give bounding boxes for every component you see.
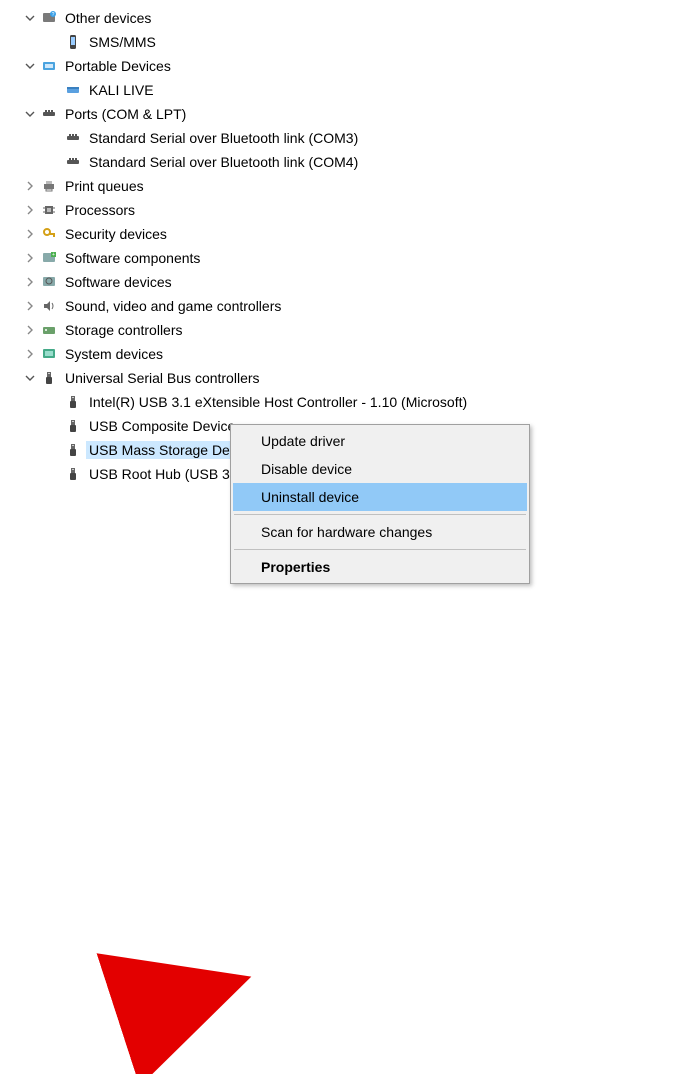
- tree-item-label[interactable]: Intel(R) USB 3.1 eXtensible Host Control…: [86, 393, 470, 411]
- tree-item[interactable]: Sound, video and game controllers: [0, 294, 684, 318]
- usb-icon: [64, 465, 82, 483]
- tree-item[interactable]: Software devices: [0, 270, 684, 294]
- tree-item-label[interactable]: Processors: [62, 201, 138, 219]
- tree-item-label[interactable]: USB Root Hub (USB 3.0): [86, 465, 249, 483]
- tree-item-label[interactable]: Ports (COM & LPT): [62, 105, 189, 123]
- tree-item[interactable]: Universal Serial Bus controllers: [0, 366, 684, 390]
- tree-item[interactable]: Ports (COM & LPT): [0, 102, 684, 126]
- caret-open-icon[interactable]: [22, 10, 38, 26]
- tree-item[interactable]: Standard Serial over Bluetooth link (COM…: [0, 150, 684, 174]
- tree-item[interactable]: + Software components: [0, 246, 684, 270]
- tree-item[interactable]: Intel(R) USB 3.1 eXtensible Host Control…: [0, 390, 684, 414]
- no-caret: [46, 394, 62, 410]
- caret-open-icon[interactable]: [22, 58, 38, 74]
- menu-item[interactable]: Disable device: [233, 455, 527, 483]
- tree-item-label[interactable]: KALI LIVE: [86, 81, 157, 99]
- caret-closed-icon[interactable]: [22, 250, 38, 266]
- sys-icon: [40, 345, 58, 363]
- no-caret: [46, 130, 62, 146]
- tree-item-label[interactable]: Sound, video and game controllers: [62, 297, 284, 315]
- tree-item[interactable]: Processors: [0, 198, 684, 222]
- tree-item[interactable]: Storage controllers: [0, 318, 684, 342]
- caret-closed-icon[interactable]: [22, 298, 38, 314]
- storage-icon: [40, 321, 58, 339]
- caret-closed-icon[interactable]: [22, 202, 38, 218]
- portable-icon: [40, 57, 58, 75]
- caret-closed-icon[interactable]: [22, 226, 38, 242]
- port-icon: [64, 153, 82, 171]
- tree-item[interactable]: Security devices: [0, 222, 684, 246]
- tree-item-label[interactable]: Security devices: [62, 225, 170, 243]
- menu-item[interactable]: Uninstall device: [233, 483, 527, 511]
- caret-closed-icon[interactable]: [22, 178, 38, 194]
- no-caret: [46, 154, 62, 170]
- no-caret: [46, 418, 62, 434]
- usb-icon: [64, 393, 82, 411]
- audio-icon: [40, 297, 58, 315]
- tree-item-label[interactable]: Standard Serial over Bluetooth link (COM…: [86, 153, 361, 171]
- tree-item-label[interactable]: Storage controllers: [62, 321, 186, 339]
- key-icon: [40, 225, 58, 243]
- no-caret: [46, 82, 62, 98]
- menu-item[interactable]: Properties: [233, 553, 527, 581]
- device-tree: ? Other devices SMS/MMS Portable Devices KAL…: [0, 0, 684, 486]
- tree-item-label[interactable]: Print queues: [62, 177, 147, 195]
- svg-text:?: ?: [52, 12, 55, 18]
- tree-item[interactable]: SMS/MMS: [0, 30, 684, 54]
- swdev-icon: [40, 273, 58, 291]
- tree-item-label[interactable]: Other devices: [62, 9, 154, 27]
- tree-item[interactable]: KALI LIVE: [0, 78, 684, 102]
- no-caret: [46, 442, 62, 458]
- port-icon: [40, 105, 58, 123]
- port-icon: [64, 129, 82, 147]
- tree-item[interactable]: Portable Devices: [0, 54, 684, 78]
- tree-item-label[interactable]: SMS/MMS: [86, 33, 159, 51]
- cpu-icon: [40, 201, 58, 219]
- usb-icon: [64, 417, 82, 435]
- tree-item-label[interactable]: USB Composite Device: [86, 417, 238, 435]
- menu-separator: [234, 549, 526, 550]
- caret-closed-icon[interactable]: [22, 346, 38, 362]
- tree-item[interactable]: System devices: [0, 342, 684, 366]
- tree-item-label[interactable]: Standard Serial over Bluetooth link (COM…: [86, 129, 361, 147]
- tree-item-label[interactable]: System devices: [62, 345, 166, 363]
- tree-item[interactable]: Print queues: [0, 174, 684, 198]
- drive-icon: [64, 81, 82, 99]
- tree-item[interactable]: ? Other devices: [0, 6, 684, 30]
- usb-icon: [40, 369, 58, 387]
- caret-open-icon[interactable]: [22, 370, 38, 386]
- usb-icon: [64, 441, 82, 459]
- tree-item-label[interactable]: Software components: [62, 249, 203, 267]
- caret-closed-icon[interactable]: [22, 322, 38, 338]
- phone-icon: [64, 33, 82, 51]
- menu-item[interactable]: Scan for hardware changes: [233, 518, 527, 546]
- no-caret: [46, 466, 62, 482]
- caret-closed-icon[interactable]: [22, 274, 38, 290]
- tree-item-label[interactable]: Universal Serial Bus controllers: [62, 369, 263, 387]
- menu-item[interactable]: Update driver: [233, 427, 527, 455]
- no-caret: [46, 34, 62, 50]
- menu-separator: [234, 514, 526, 515]
- context-menu: Update driverDisable deviceUninstall dev…: [230, 424, 530, 584]
- svg-text:+: +: [52, 252, 55, 258]
- devices-icon: ?: [40, 9, 58, 27]
- tree-item-label[interactable]: Portable Devices: [62, 57, 174, 75]
- printer-icon: [40, 177, 58, 195]
- comp-icon: +: [40, 249, 58, 267]
- tree-item[interactable]: Standard Serial over Bluetooth link (COM…: [0, 126, 684, 150]
- tree-item-label[interactable]: Software devices: [62, 273, 175, 291]
- caret-open-icon[interactable]: [22, 106, 38, 122]
